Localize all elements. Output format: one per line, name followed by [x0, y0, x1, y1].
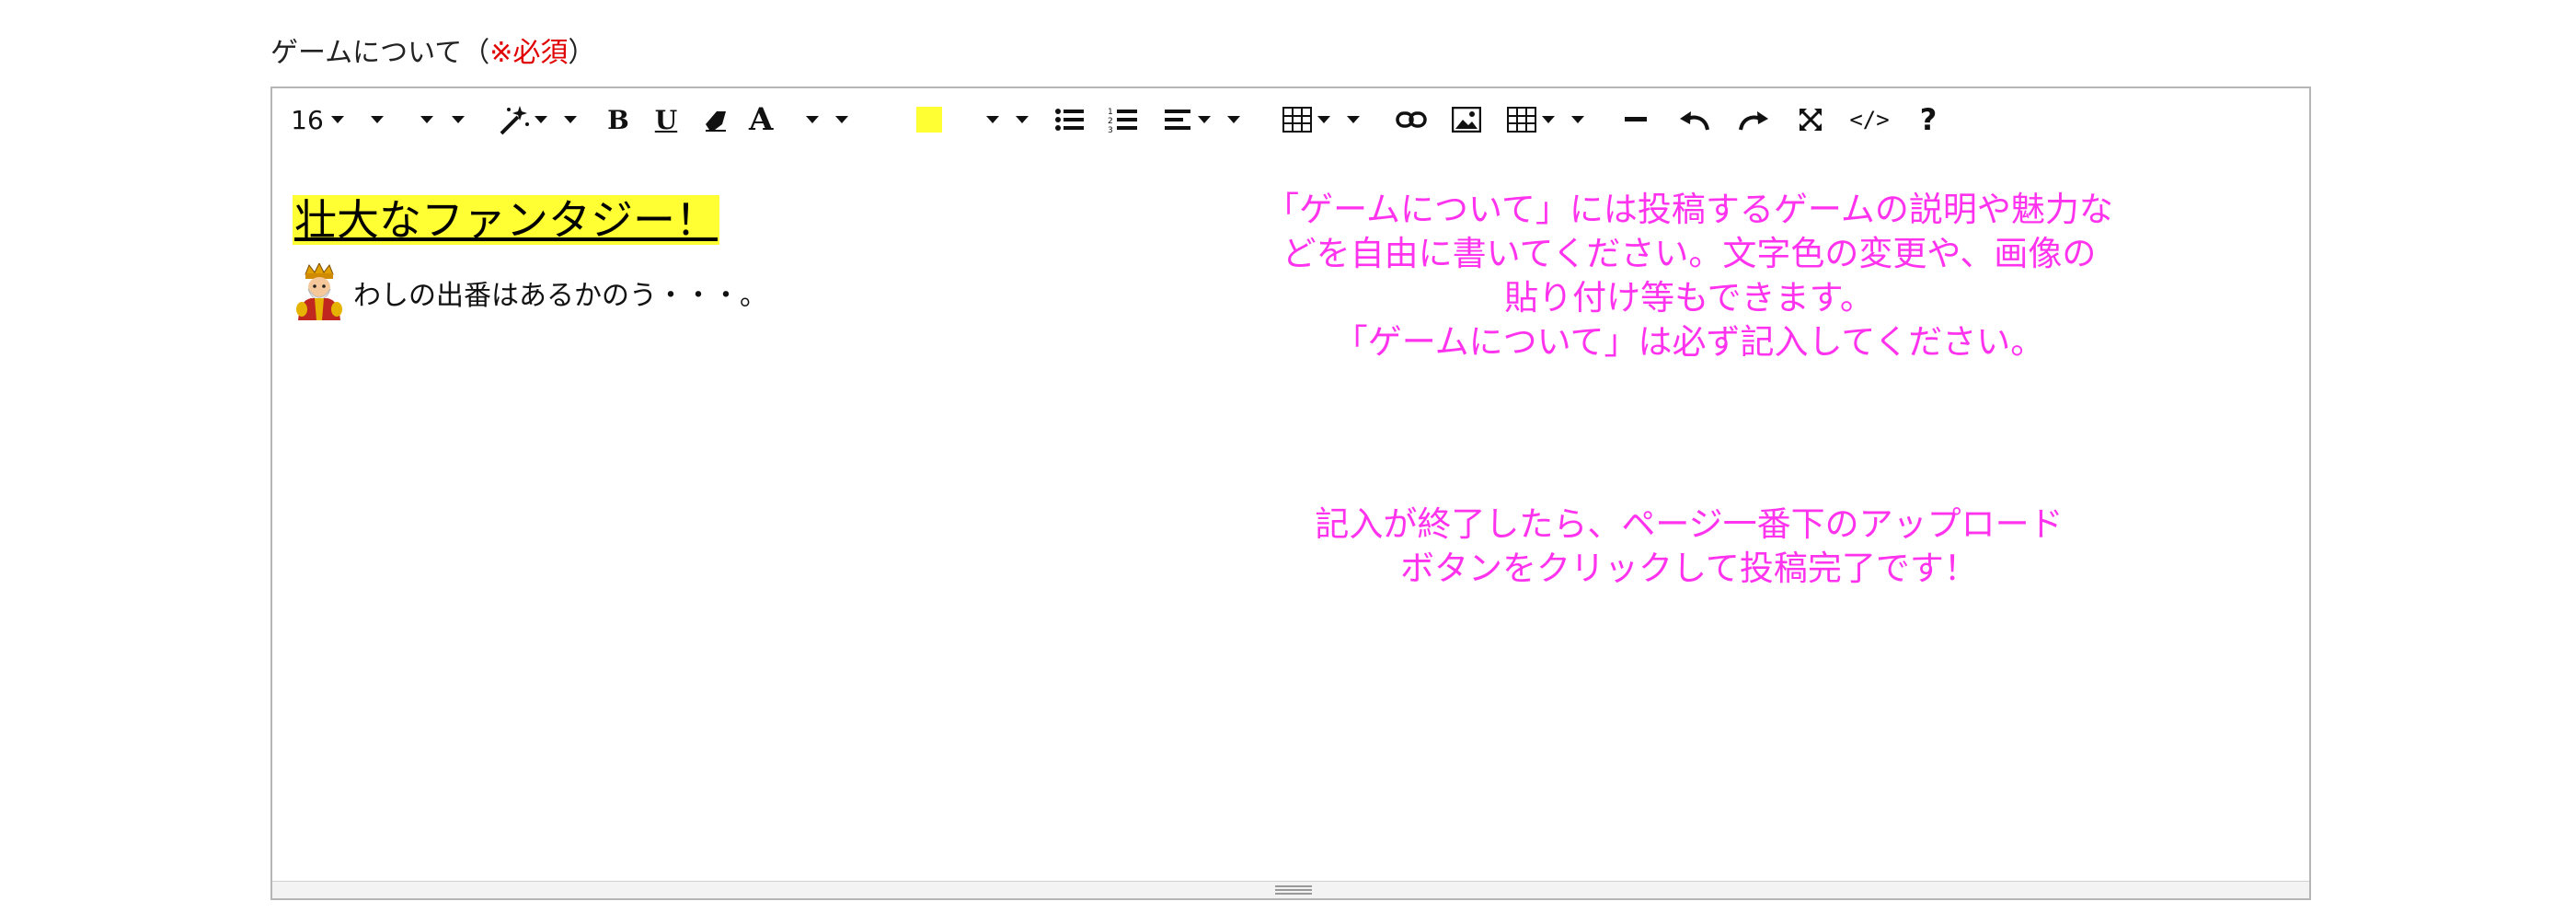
- font-size-value: 16: [291, 104, 324, 135]
- chevron-down-icon: [1317, 116, 1330, 123]
- content-line-text: わしの出番はあるかのう・・・。: [353, 280, 767, 312]
- editor-toolbar: 16 B U A 1 2 3 </> ?: [272, 88, 2309, 153]
- highlight-swatch-icon: [916, 107, 942, 133]
- eraser-icon: [706, 111, 726, 132]
- chevron-down-icon: [564, 116, 577, 123]
- bold-button[interactable]: B: [600, 99, 637, 140]
- image-button[interactable]: [1448, 99, 1485, 140]
- page: ゲームについて（※必須） 16 B U A 1 2 3 </> ? 壮大なファン…: [0, 0, 2576, 913]
- chevron-down-icon: [330, 116, 344, 123]
- table-dropdown-2[interactable]: [1507, 99, 1599, 140]
- help-button[interactable]: ?: [1910, 99, 1947, 140]
- hint-line: 「ゲームについて」は必ず記入してください。: [1333, 322, 2045, 362]
- question-icon: ?: [1919, 102, 1938, 137]
- magic-wand-icon: [500, 106, 529, 135]
- chevron-down-icon: [986, 116, 999, 123]
- eraser-button[interactable]: [697, 99, 734, 140]
- code-view-button[interactable]: </>: [1844, 99, 1895, 140]
- chevron-down-icon: [1542, 116, 1555, 123]
- content-line: わしの出番はあるかのう・・・。: [291, 263, 767, 322]
- minus-icon: [1625, 117, 1647, 121]
- undo-button[interactable]: [1676, 99, 1713, 140]
- link-button[interactable]: [1393, 99, 1430, 140]
- underline-icon: U: [654, 104, 678, 135]
- chevron-down-icon: [1571, 116, 1584, 123]
- bold-icon: B: [607, 104, 629, 135]
- required-mark: ※必須: [489, 37, 569, 69]
- field-label: ゲームについて（※必須）: [270, 29, 595, 70]
- chevron-down-icon: [420, 116, 433, 123]
- field-label-text: ゲームについて（: [270, 37, 490, 69]
- ordered-list-icon: 1 2 3: [1108, 108, 1137, 133]
- chevron-down-icon: [452, 116, 465, 123]
- expand-icon: [1800, 109, 1822, 131]
- font-color-button[interactable]: A: [749, 99, 859, 140]
- font-family-dropdown[interactable]: [364, 99, 390, 140]
- hint-line: ボタンをクリックして投稿完了です！: [1400, 549, 1978, 588]
- content-heading: 壮大なファンタジー！: [293, 195, 719, 245]
- hint-line: 記入が終了したら、ページ一番下のアップロード: [1315, 504, 2064, 544]
- table-dropdown[interactable]: [1282, 99, 1374, 140]
- highlight-color-button[interactable]: [916, 99, 1036, 140]
- align-left-icon: [1165, 110, 1190, 130]
- style-dropdown[interactable]: [410, 99, 475, 140]
- rich-text-editor[interactable]: 16 B U A 1 2 3 </> ? 壮大なファンタジー！ わしの出番はある…: [270, 87, 2311, 900]
- resize-grip-icon: [1275, 885, 1312, 895]
- unordered-list-icon: [1055, 109, 1084, 131]
- font-color-icon: A: [749, 101, 774, 138]
- editor-resize-handle[interactable]: [272, 881, 2309, 898]
- magic-style-dropdown[interactable]: [486, 99, 587, 140]
- paragraph-align-dropdown[interactable]: [1165, 99, 1257, 140]
- hint-line: どを自由に書いてください。文字色の変更や、画像の: [1282, 234, 2097, 273]
- code-icon: </>: [1849, 107, 1890, 133]
- svg-text:3: 3: [1108, 126, 1113, 133]
- image-icon: [1452, 107, 1481, 133]
- svg-text:1: 1: [1108, 108, 1113, 117]
- link-icon: [1396, 111, 1427, 128]
- horizontal-rule-button[interactable]: [1617, 99, 1654, 140]
- chevron-down-icon: [535, 116, 547, 123]
- redo-icon: [1739, 111, 1768, 131]
- fullscreen-button[interactable]: [1792, 99, 1829, 140]
- undo-icon: [1680, 111, 1709, 131]
- chevron-down-icon: [1227, 116, 1240, 123]
- field-label-end: ）: [568, 37, 596, 69]
- ordered-list-button[interactable]: 1 2 3: [1104, 99, 1141, 140]
- font-size-dropdown[interactable]: 16: [287, 99, 348, 140]
- chevron-down-icon: [806, 116, 820, 123]
- chevron-down-icon: [1016, 116, 1029, 123]
- instruction-hint-1: 「ゲームについて」には投稿するゲームの説明や魅力な どを自由に書いてください。文…: [1045, 188, 2333, 364]
- chevron-down-icon: [371, 116, 384, 123]
- redo-button[interactable]: [1735, 99, 1772, 140]
- instruction-hint-2: 記入が終了したら、ページ一番下のアップロード ボタンをクリックして投稿完了です！: [1045, 503, 2333, 591]
- svg-text:2: 2: [1108, 117, 1113, 126]
- hint-line: 貼り付け等もできます。: [1504, 278, 1874, 318]
- chevron-down-icon: [835, 116, 849, 123]
- table-icon: [1282, 107, 1312, 133]
- hint-line: 「ゲームについて」には投稿するゲームの説明や魅力な: [1265, 190, 2113, 229]
- king-character-icon: [296, 263, 342, 320]
- chevron-down-icon: [1347, 116, 1360, 123]
- table-icon: [1507, 107, 1536, 133]
- chevron-down-icon: [1198, 116, 1211, 123]
- unordered-list-button[interactable]: [1051, 99, 1087, 140]
- underline-button[interactable]: U: [648, 99, 684, 140]
